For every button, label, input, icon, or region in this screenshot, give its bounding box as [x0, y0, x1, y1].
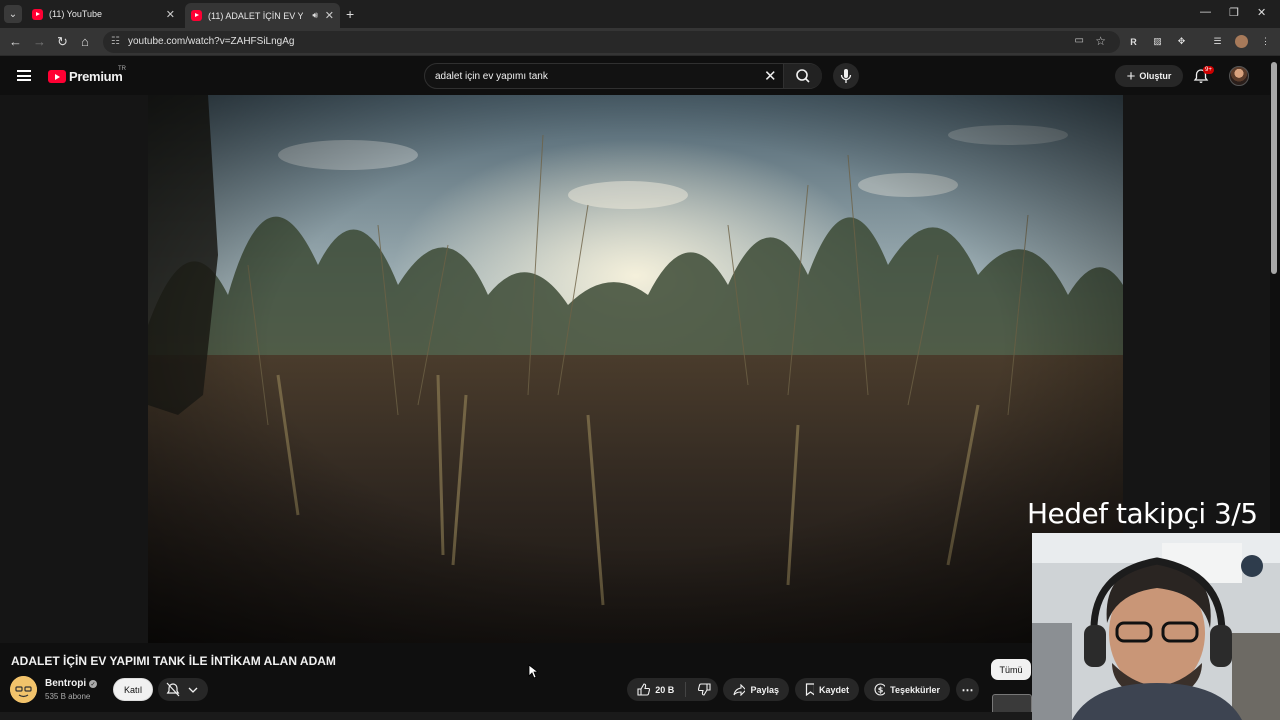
- search-button[interactable]: [783, 64, 822, 88]
- verified-check-icon: ✓: [89, 680, 97, 688]
- channel-avatar[interactable]: [10, 676, 37, 703]
- more-actions-button[interactable]: ⋯: [956, 678, 979, 701]
- country-code: TR: [118, 66, 126, 72]
- thumbs-down-icon: [697, 683, 711, 696]
- reading-list-icon[interactable]: ☰: [1211, 35, 1224, 48]
- close-tab-icon[interactable]: ✕: [166, 8, 175, 21]
- search-icon: [796, 69, 810, 83]
- like-dislike-group: 20 B: [627, 678, 718, 701]
- description-box-edge: [0, 712, 1032, 720]
- youtube-favicon-icon: [32, 8, 43, 20]
- address-bar[interactable]: ☷ youtube.com/watch?v=ZAHFSiLngAg ▭ ☆: [103, 31, 1120, 53]
- minimize-icon[interactable]: —: [1200, 6, 1211, 18]
- new-tab-button[interactable]: +: [346, 6, 354, 22]
- video-scene-image: [148, 95, 1123, 643]
- share-arrow-icon: [733, 683, 746, 696]
- restore-icon[interactable]: ❐: [1229, 6, 1239, 19]
- browser-menu-icon[interactable]: ⋮: [1259, 35, 1272, 48]
- share-label: Paylaş: [750, 684, 779, 695]
- subscription-notification-button[interactable]: [158, 678, 208, 701]
- close-tab-icon[interactable]: ✕: [325, 9, 334, 22]
- create-label: Oluştur: [1139, 71, 1172, 81]
- subscriber-count: 535 B abone: [45, 692, 91, 701]
- like-count: 20 B: [655, 684, 675, 695]
- tab-title: (11) YouTube: [49, 9, 103, 19]
- clear-search-icon[interactable]: ✕: [764, 67, 777, 85]
- search-input[interactable]: [435, 68, 755, 84]
- thanks-button[interactable]: $ Teşekkürler: [864, 678, 950, 701]
- back-icon[interactable]: ←: [9, 34, 22, 49]
- video-title: ADALET İÇİN EV YAPIMI TANK İLE İNTİKAM A…: [11, 654, 336, 668]
- extension-r-icon[interactable]: R: [1127, 35, 1140, 48]
- bookmark-icon: [805, 683, 814, 696]
- like-button[interactable]: 20 B: [627, 682, 686, 697]
- create-button[interactable]: + Oluştur: [1115, 65, 1183, 87]
- mouse-cursor-icon: [528, 664, 538, 679]
- forward-icon[interactable]: →: [33, 34, 46, 49]
- url-text: youtube.com/watch?v=ZAHFSiLngAg: [128, 36, 295, 47]
- follower-goal-text: Hedef takipçi 3/5: [1027, 497, 1258, 530]
- join-button[interactable]: Katıl: [113, 678, 153, 701]
- filter-chip-all[interactable]: Tümü: [991, 659, 1031, 680]
- reload-icon[interactable]: ↻: [57, 34, 68, 50]
- browser-tab-video[interactable]: (11) ADALET İÇİN EV YAPIMI 🔊︎ ✕: [185, 3, 340, 28]
- bookmark-star-icon[interactable]: ☆: [1095, 34, 1106, 48]
- browser-tab-strip: ⌄ (11) YouTube ✕ (11) ADALET İÇİN EV YAP…: [0, 0, 1280, 28]
- webcam-overlay: [1032, 533, 1280, 720]
- extensions-puzzle-icon[interactable]: ✥: [1175, 35, 1188, 48]
- account-avatar[interactable]: [1229, 66, 1249, 86]
- search-box: ✕: [424, 63, 822, 89]
- home-icon[interactable]: ⌂: [81, 34, 89, 49]
- logo-text: Premium: [69, 69, 123, 84]
- youtube-header: Premium TR ✕ + Oluştur 9+: [0, 57, 1280, 95]
- save-button[interactable]: Kaydet: [795, 678, 859, 701]
- speaker-icon[interactable]: 🔊︎: [312, 10, 318, 21]
- youtube-logo-icon: [48, 70, 66, 83]
- youtube-premium-logo[interactable]: Premium TR: [48, 66, 126, 84]
- page-scrollbar[interactable]: [1271, 62, 1277, 274]
- notification-count-badge: 9+: [1203, 66, 1214, 74]
- microphone-icon: [840, 69, 852, 83]
- youtube-favicon-icon: [191, 10, 202, 21]
- plus-icon: +: [1126, 67, 1136, 85]
- site-info-icon[interactable]: ☷: [111, 36, 123, 48]
- thumbs-up-icon: [637, 683, 651, 696]
- close-window-icon[interactable]: ✕: [1257, 6, 1266, 19]
- svg-text:$: $: [878, 686, 884, 695]
- voice-search-button[interactable]: [833, 63, 859, 89]
- channel-name[interactable]: Bentropi: [45, 678, 86, 689]
- thanks-label: Teşekkürler: [890, 684, 940, 695]
- hamburger-menu-icon[interactable]: [17, 70, 31, 81]
- tab-search-button[interactable]: ⌄: [4, 5, 22, 23]
- profile-avatar-icon[interactable]: [1235, 35, 1248, 48]
- tab-title: (11) ADALET İÇİN EV YAPIMI: [208, 10, 303, 21]
- video-frame[interactable]: [148, 95, 1123, 643]
- browser-toolbar: ← → ↻ ⌂ ☷ youtube.com/watch?v=ZAHFSiLngA…: [0, 28, 1280, 56]
- share-button[interactable]: Paylaş: [723, 678, 789, 701]
- extension-image-icon[interactable]: ▨: [1151, 35, 1164, 48]
- super-thanks-icon: $: [874, 683, 886, 696]
- install-app-icon[interactable]: ▭: [1075, 35, 1084, 46]
- webcam-image: [1032, 533, 1280, 720]
- browser-tab-youtube[interactable]: (11) YouTube ✕: [26, 3, 181, 25]
- save-label: Kaydet: [818, 684, 849, 695]
- dislike-button[interactable]: [691, 683, 718, 696]
